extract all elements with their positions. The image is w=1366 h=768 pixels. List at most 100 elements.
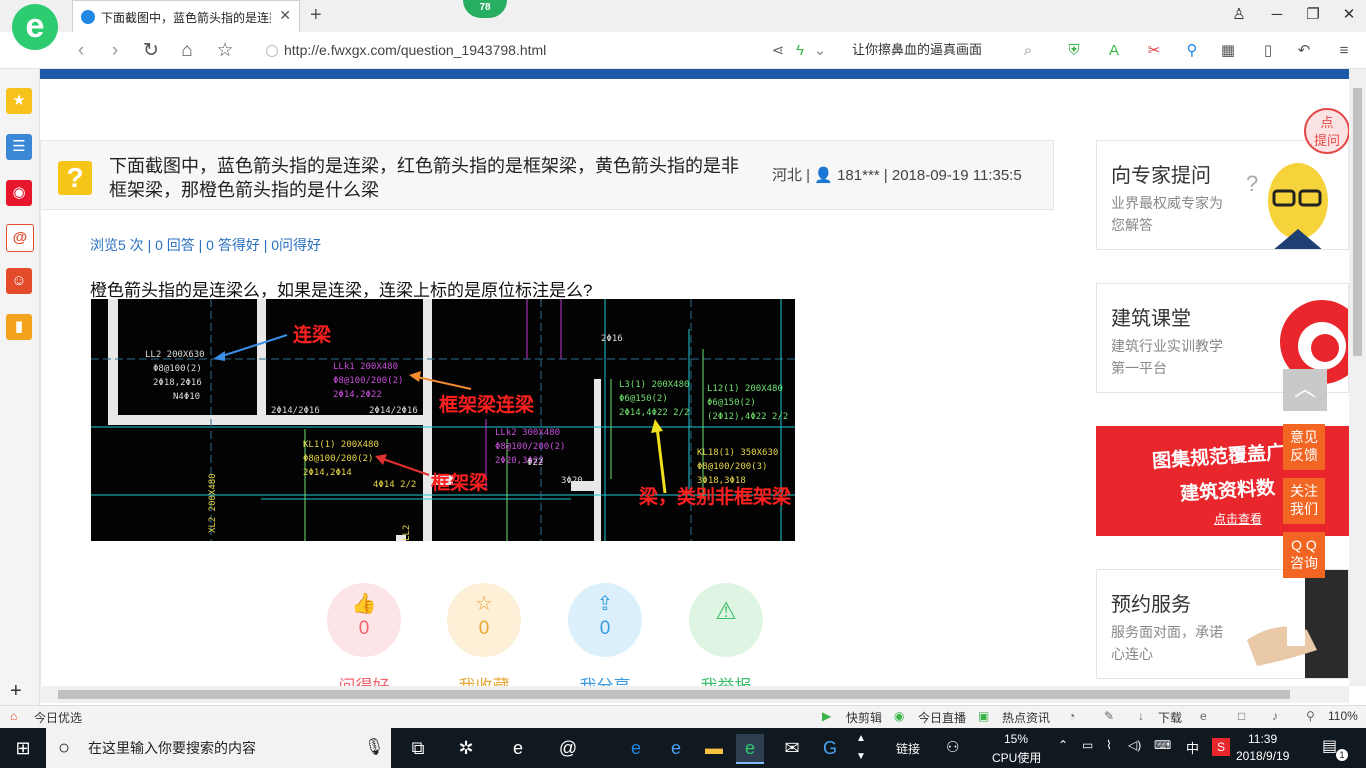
weibo-icon[interactable]: ◉ <box>6 180 32 206</box>
window-icon[interactable]: □ <box>1238 709 1245 723</box>
notification-icon[interactable]: ▤ <box>1322 736 1337 756</box>
home-icon[interactable]: ⌂ <box>174 39 200 63</box>
svg-text:2Φ14/2Φ16: 2Φ14/2Φ16 <box>369 406 418 416</box>
people-icon[interactable]: ⚇ <box>946 738 959 756</box>
restore-icon[interactable]: ❐ <box>1298 4 1328 26</box>
report-button[interactable]: ⚠ <box>689 583 763 657</box>
svg-text:Φ8@100/200(2): Φ8@100/200(2) <box>333 376 403 386</box>
undo-close-icon[interactable]: ↶ <box>1292 39 1316 63</box>
new-tab-icon[interactable]: + <box>310 4 322 27</box>
speaker-icon[interactable]: ◁) <box>1128 738 1141 752</box>
pin-icon[interactable]: ✎ <box>1104 709 1114 723</box>
edge-icon[interactable]: e <box>622 734 650 762</box>
game-icon[interactable]: ☺ <box>6 268 32 294</box>
tab-active[interactable]: 下面截图中，蓝色箭头指的是连梁… ✕ <box>72 0 300 32</box>
g-app-icon[interactable]: G <box>816 734 844 762</box>
close-window-icon[interactable]: ✕ <box>1334 4 1364 26</box>
tab-close-icon[interactable]: ✕ <box>279 7 291 24</box>
minimize-icon[interactable]: ─ <box>1262 4 1292 26</box>
spiral-app-icon[interactable]: @ <box>554 734 582 762</box>
shirt-skin-icon[interactable]: ♙ <box>1224 4 1254 26</box>
vertical-scroll-thumb[interactable] <box>1353 88 1362 356</box>
horizontal-scroll-thumb[interactable] <box>58 690 1290 699</box>
search-icon[interactable]: ⌕ <box>1016 39 1040 63</box>
clock-time[interactable]: 11:39 <box>1248 732 1277 746</box>
notes-icon[interactable]: ▮ <box>6 314 32 340</box>
appointment-card[interactable]: 预约服务 服务面对面，承诺心连心 <box>1096 569 1349 679</box>
reading-list-icon[interactable]: ☰ <box>6 134 32 160</box>
share-page-icon[interactable]: ⋖ <box>766 39 790 63</box>
site-info-icon[interactable] <box>266 45 278 57</box>
svg-text:L3(1) 200X480: L3(1) 200X480 <box>619 380 689 390</box>
windows-start-icon[interactable]: ⊞ <box>9 734 37 762</box>
live-icon: ◉ <box>894 709 905 723</box>
back-to-top-icon[interactable]: ︿ <box>1283 369 1327 411</box>
scissors-icon[interactable]: ✂ <box>1142 39 1166 63</box>
forward-icon[interactable]: › <box>102 39 128 63</box>
feedback-button[interactable]: 意见 反馈 <box>1283 424 1325 470</box>
mail-icon[interactable]: ✉ <box>778 734 806 762</box>
taskbar-overflow-icon[interactable]: ▲ ▼ <box>856 730 866 766</box>
bookmark-star-icon[interactable]: ☆ <box>212 39 238 63</box>
pinwheel-app-icon[interactable]: ✲ <box>452 734 480 762</box>
back-icon[interactable]: ‹ <box>68 39 94 63</box>
magnifier-icon[interactable]: ⚲ <box>1180 39 1204 63</box>
internet-explorer-icon[interactable]: e <box>662 734 690 762</box>
shield-icon[interactable]: ⛨ <box>1062 39 1086 63</box>
ask-bubble-button[interactable]: 点 提问 <box>1304 108 1350 154</box>
volume-icon[interactable]: ♪ <box>1272 709 1278 723</box>
reading-mode-icon[interactable]: ▯ <box>1256 39 1280 63</box>
ask-expert-card[interactable]: 向专家提问 业界最权威专家为您解答 ? <box>1096 140 1349 250</box>
360-browser-taskbar-icon[interactable]: e <box>736 734 764 764</box>
speed-icon[interactable]: ◔ <box>1068 709 1075 723</box>
ie-mode-icon[interactable]: e <box>1200 709 1207 723</box>
share-button[interactable]: ⇪ 0 <box>568 583 642 657</box>
browser-logo-icon[interactable]: e <box>12 4 58 50</box>
notification-count: 1 <box>1336 749 1348 761</box>
taskbar-search-box[interactable]: ○ 在这里输入你要搜索的内容 🎙 <box>46 728 391 768</box>
banner-cta[interactable]: 点击查看 <box>1214 510 1262 527</box>
email-icon[interactable]: @ <box>6 224 34 252</box>
task-view-icon[interactable]: ⧉ <box>404 734 432 762</box>
svg-text:2Φ18,2Φ16: 2Φ18,2Φ16 <box>153 378 202 388</box>
zoom-level[interactable]: 110% <box>1328 709 1358 723</box>
keyboard-icon[interactable]: ⌨ <box>1154 738 1171 752</box>
today-picks-link[interactable]: 今日优选 <box>34 709 82 726</box>
file-explorer-icon[interactable]: ▬ <box>700 734 728 762</box>
follow-button[interactable]: 关注 我们 <box>1283 478 1325 524</box>
reload-icon[interactable]: ↻ <box>138 39 164 63</box>
svg-text:2Φ14,2Φ22: 2Φ14,2Φ22 <box>333 390 382 400</box>
hot-news-link[interactable]: 热点资讯 <box>1002 709 1050 726</box>
translate-icon[interactable]: A <box>1102 39 1126 63</box>
svg-text:3Φ18,3Φ18: 3Φ18,3Φ18 <box>697 476 746 486</box>
links-toolbar[interactable]: 链接 <box>896 740 920 757</box>
sidebar-add-icon[interactable]: + <box>10 680 22 703</box>
like-button[interactable]: 👍 0 <box>327 583 401 657</box>
qq-consult-button[interactable]: Q Q 咨询 <box>1283 532 1325 578</box>
dropdown-chevron-icon[interactable]: ⌄ <box>808 39 832 63</box>
apps-grid-icon[interactable]: ▦ <box>1216 39 1240 63</box>
sogou-ime-icon[interactable]: S <box>1212 738 1230 756</box>
ime-indicator[interactable]: 中 <box>1186 738 1199 757</box>
ie-app-icon[interactable]: e <box>504 734 532 762</box>
network-icon[interactable]: ⌇ <box>1106 738 1112 752</box>
clock-date[interactable]: 2018/9/19 <box>1236 749 1289 763</box>
microphone-icon[interactable]: 🎙 <box>364 728 384 768</box>
question-stats[interactable]: 浏览5 次 | 0 回答 | 0 答得好 | 0问得好 <box>90 235 321 255</box>
live-link[interactable]: 今日直播 <box>918 709 966 726</box>
download-link[interactable]: 下载 <box>1158 709 1182 726</box>
address-text: http://e.fwxgx.com/question_1943798.html <box>284 42 547 58</box>
zoom-icon[interactable]: ⚲ <box>1306 709 1315 723</box>
kuaijianji-link[interactable]: 快剪辑 <box>846 709 882 726</box>
expert-mascot-icon: ? <box>1246 163 1328 249</box>
svg-text:KL1(1) 200X480: KL1(1) 200X480 <box>303 440 379 450</box>
tray-expand-icon[interactable]: ⌃ <box>1058 738 1068 752</box>
menu-icon[interactable]: ≡ <box>1332 39 1356 63</box>
favorite-button[interactable]: ☆ 0 <box>447 583 521 657</box>
svg-text:Φ6@150(2): Φ6@150(2) <box>619 394 668 404</box>
search-suggestion[interactable]: 让你擦鼻血的逼真画面 <box>852 38 1012 62</box>
favorites-star-icon[interactable]: ★ <box>6 88 32 114</box>
svg-text:N4Φ10: N4Φ10 <box>173 392 200 402</box>
address-bar[interactable]: http://e.fwxgx.com/question_1943798.html <box>262 38 784 62</box>
battery-icon[interactable]: ▭ <box>1082 738 1093 752</box>
